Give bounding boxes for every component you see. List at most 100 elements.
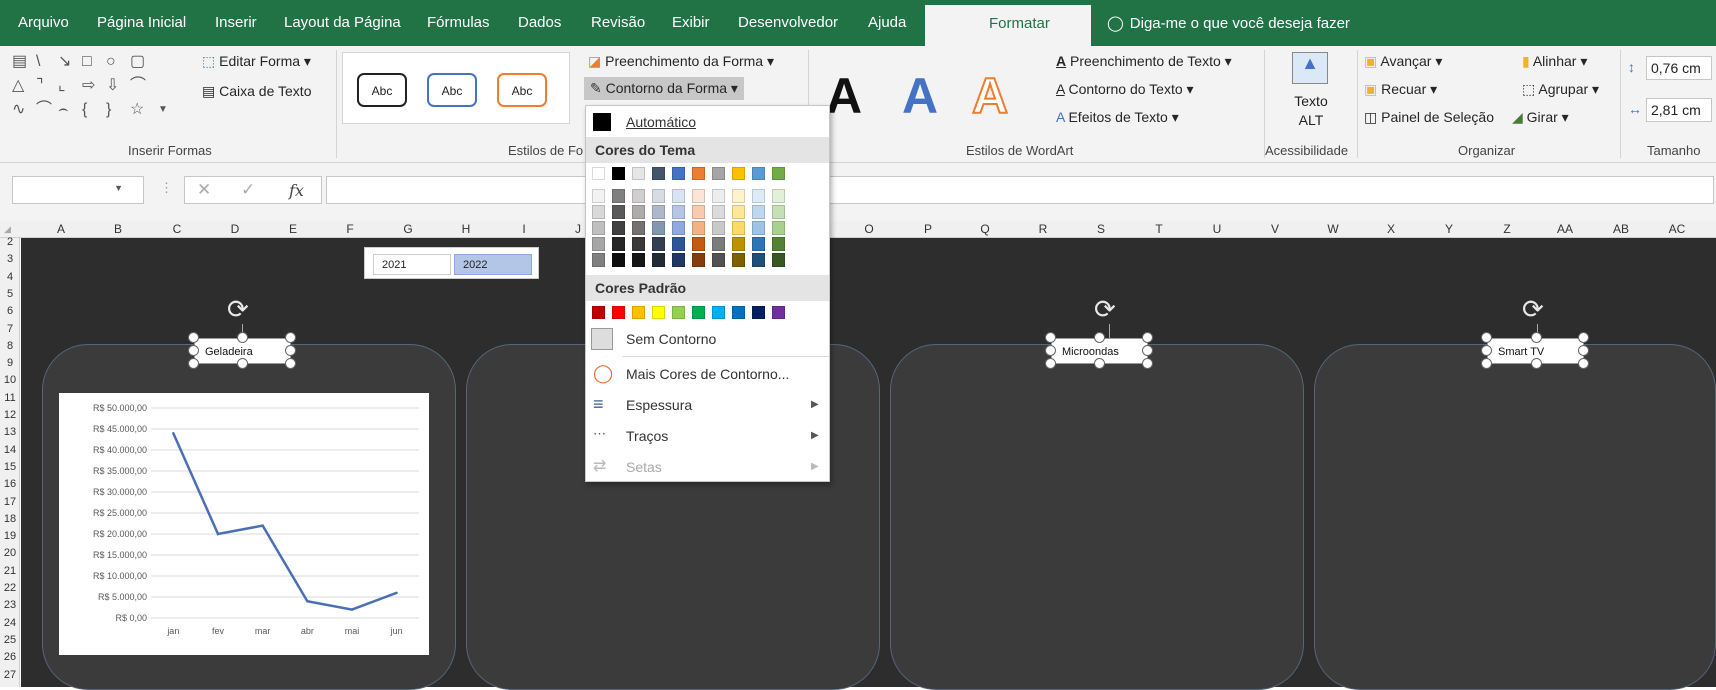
align-button[interactable]: ▮ Alinhar ▾ (1522, 53, 1587, 70)
row-header-4[interactable]: 4 (0, 271, 20, 283)
theme-shade-swatch[interactable] (772, 253, 785, 267)
row-header-12[interactable]: 12 (0, 409, 20, 421)
theme-shade-swatch[interactable] (632, 205, 645, 219)
alt-text-button[interactable]: ▲ Texto ALT (1276, 52, 1346, 132)
edit-shape-button[interactable]: ⬚ Editar Forma ▾ (202, 53, 311, 70)
theme-shade-swatch[interactable] (632, 221, 645, 235)
select-all-corner[interactable]: ◢ (4, 224, 11, 235)
theme-color-swatch[interactable] (632, 167, 645, 180)
theme-shade-swatch[interactable] (732, 205, 745, 219)
data-point[interactable] (350, 608, 354, 611)
slicer-year-2022[interactable]: 2022 (454, 254, 532, 275)
column-header-ab[interactable]: AB (1592, 222, 1650, 236)
dashboard-card-microondas[interactable] (890, 344, 1304, 690)
row-header-17[interactable]: 17 (0, 496, 20, 508)
insert-function-icon[interactable]: fx (289, 181, 304, 200)
standard-color-swatch[interactable] (692, 306, 705, 319)
arrow-line-shape-icon[interactable]: ↘ (58, 54, 71, 70)
menu-item-more-colors[interactable]: ◯ Mais Cores de Contorno... (586, 360, 829, 388)
row-header-15[interactable]: 15 (0, 461, 20, 473)
theme-shade-swatch[interactable] (672, 221, 685, 235)
group-button[interactable]: ⬚ Agrupar ▾ (1522, 81, 1599, 98)
send-backward-button[interactable]: ▣ Recuar ▾ (1364, 81, 1437, 98)
theme-shade-swatch[interactable] (692, 253, 705, 267)
tab-formulas[interactable]: Fórmulas (427, 14, 490, 31)
formula-input[interactable] (326, 176, 1714, 204)
column-header-v[interactable]: V (1246, 222, 1304, 236)
resize-handle[interactable] (188, 332, 199, 343)
row-header-10[interactable]: 10 (0, 374, 20, 386)
text-fill-button[interactable]: A Preenchimento de Texto ▾ (1056, 53, 1232, 70)
theme-shade-swatch[interactable] (592, 253, 605, 267)
theme-shade-swatch[interactable] (692, 189, 705, 203)
theme-shade-swatch[interactable] (612, 189, 625, 203)
text-outline-button[interactable]: A Contorno do Texto ▾ (1056, 81, 1194, 98)
resize-handle[interactable] (1142, 332, 1153, 343)
row-header-20[interactable]: 20 (0, 547, 20, 559)
down-arrow-shape-icon[interactable]: ⇩ (106, 78, 119, 94)
theme-shade-swatch[interactable] (732, 237, 745, 251)
brace-right-shape-icon[interactable]: } (106, 102, 111, 118)
theme-shade-swatch[interactable] (692, 221, 705, 235)
theme-shade-swatch[interactable] (652, 205, 665, 219)
resize-handle[interactable] (1531, 332, 1542, 343)
column-header-w[interactable]: W (1304, 222, 1362, 236)
row-header-7[interactable]: 7 (0, 323, 20, 335)
resize-handle[interactable] (237, 332, 248, 343)
theme-shade-swatch[interactable] (712, 221, 725, 235)
resize-handle[interactable] (1578, 332, 1589, 343)
cancel-icon[interactable]: ✕ (197, 180, 211, 200)
scribble-shape-icon[interactable]: ∿ (12, 102, 25, 118)
column-header-x[interactable]: X (1362, 222, 1420, 236)
data-point[interactable] (395, 591, 398, 594)
theme-color-swatch[interactable] (592, 167, 605, 180)
resize-handle[interactable] (285, 332, 296, 343)
arc-shape-icon[interactable]: ⌢ (58, 102, 69, 118)
theme-shade-swatch[interactable] (672, 237, 685, 251)
column-header-p[interactable]: P (899, 222, 957, 236)
oval-shape-icon[interactable]: ○ (106, 54, 116, 70)
row-header-19[interactable]: 19 (0, 530, 20, 542)
curve-shape-icon[interactable]: ⌒ (36, 102, 52, 118)
row-header-22[interactable]: 22 (0, 582, 20, 594)
resize-handle[interactable] (1481, 358, 1492, 369)
column-header-ac[interactable]: AC (1648, 222, 1706, 236)
theme-shade-swatch[interactable] (752, 189, 765, 203)
theme-shade-swatch[interactable] (712, 205, 725, 219)
theme-shade-swatch[interactable] (752, 221, 765, 235)
theme-color-swatch[interactable] (752, 167, 765, 180)
theme-shade-swatch[interactable] (612, 253, 625, 267)
data-point[interactable] (172, 432, 175, 435)
tab-formatar[interactable]: Formatar (925, 5, 1091, 46)
row-header-21[interactable]: 21 (0, 565, 20, 577)
theme-shade-swatch[interactable] (712, 237, 725, 251)
column-header-r[interactable]: R (1014, 222, 1072, 236)
tab-pagina-inicial[interactable]: Página Inicial (97, 14, 186, 31)
theme-shade-swatch[interactable] (732, 221, 745, 235)
resize-handle[interactable] (285, 358, 296, 369)
resize-handle[interactable] (1142, 345, 1153, 356)
shape-fill-button[interactable]: ◪ Preenchimento da Forma ▾ (588, 53, 774, 70)
resize-handle[interactable] (188, 358, 199, 369)
wordart-style-orange-outline[interactable]: A (971, 67, 1009, 125)
theme-color-swatch[interactable] (692, 167, 705, 180)
column-header-e[interactable]: E (264, 222, 322, 236)
column-header-u[interactable]: U (1188, 222, 1246, 236)
column-header-d[interactable]: D (206, 222, 264, 236)
theme-shade-swatch[interactable] (732, 253, 745, 267)
theme-shade-swatch[interactable] (652, 189, 665, 203)
tab-layout-da-pagina[interactable]: Layout da Página (284, 14, 401, 31)
column-header-g[interactable]: G (379, 222, 437, 236)
shape-width-input[interactable]: 2,81 cm (1646, 98, 1712, 122)
menu-item-automatic[interactable]: Automático (586, 110, 829, 136)
theme-shade-swatch[interactable] (652, 221, 665, 235)
theme-shade-swatch[interactable] (712, 189, 725, 203)
menu-item-arrows[interactable]: ⇄ Setas ▶ (586, 453, 829, 481)
rotate-button[interactable]: ◢ Girar ▾ (1512, 109, 1569, 126)
tab-exibir[interactable]: Exibir (672, 14, 710, 31)
row-header-13[interactable]: 13 (0, 426, 20, 438)
text-effects-button[interactable]: A Efeitos de Texto ▾ (1056, 109, 1179, 126)
resize-handle[interactable] (1481, 345, 1492, 356)
resize-handle[interactable] (188, 345, 199, 356)
resize-handle[interactable] (285, 345, 296, 356)
